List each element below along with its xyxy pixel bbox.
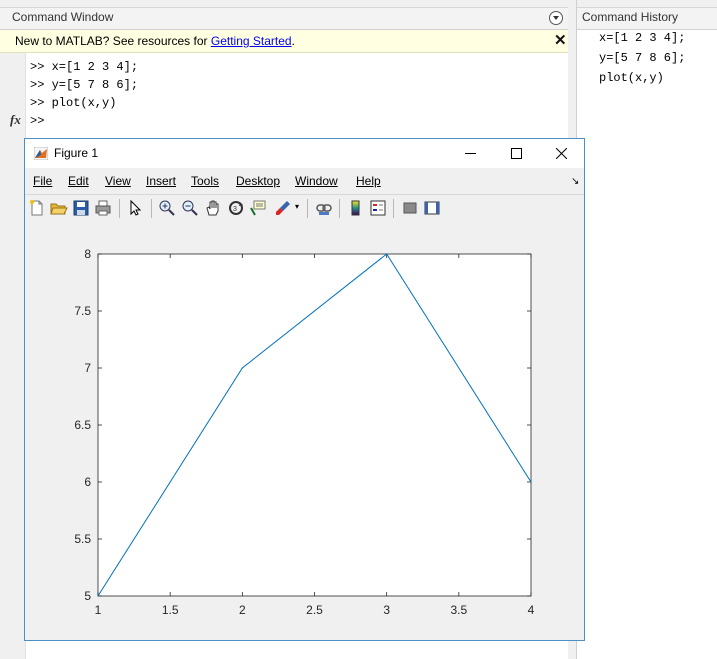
pan-icon[interactable] (204, 199, 222, 217)
menu-tools[interactable]: Tools (191, 174, 219, 188)
maximize-icon (511, 148, 522, 159)
toolbar-separator (307, 199, 308, 218)
y-tick-label: 5 (84, 589, 91, 603)
command-line: >> y=[5 7 8 6]; (30, 78, 139, 92)
history-item[interactable]: y=[5 7 8 6]; (599, 51, 685, 65)
command-history-panel: Command History x=[1 2 3 4]; y=[5 7 8 6]… (576, 0, 717, 659)
menu-label: Insert (146, 174, 177, 188)
banner-close-icon[interactable]: ✕ (554, 31, 567, 49)
x-tick-label: 1 (95, 603, 102, 617)
getting-started-link[interactable]: Getting Started (211, 34, 292, 48)
svg-text:3: 3 (233, 206, 237, 213)
banner-message: New to MATLAB? See resources for Getting… (15, 34, 295, 48)
command-history-titlebar: Command History (577, 8, 717, 30)
x-tick-label: 3.5 (450, 603, 467, 617)
close-icon (556, 148, 567, 159)
menu-label: Tools (191, 174, 220, 188)
history-item[interactable]: plot(x,y) (599, 71, 664, 85)
plot-area: 1 1.5 2 2.5 3 3.5 4 5 5.5 6 6.5 7 7.5 8 (25, 222, 584, 640)
maximize-button[interactable] (494, 139, 539, 168)
minimize-icon (465, 153, 476, 154)
y-tick-label: 5.5 (74, 532, 91, 546)
command-line: >> x=[1 2 3 4]; (30, 60, 139, 74)
data-point (241, 367, 243, 369)
banner-suffix: . (291, 34, 295, 48)
menu-window[interactable]: Window (295, 174, 338, 188)
x-tick-label: 2 (239, 603, 246, 617)
menu-label: Window (295, 174, 338, 188)
menu-label: View (105, 174, 131, 188)
print-icon[interactable] (94, 199, 112, 217)
x-tick-label: 1.5 (162, 603, 179, 617)
y-tick-label: 6 (84, 475, 91, 489)
getting-started-banner: New to MATLAB? See resources for Getting… (0, 30, 568, 53)
figure-menubar: File Edit View Insert Tools Desktop Wind… (25, 168, 584, 194)
toolbar-separator (393, 199, 394, 218)
banner-prefix: New to MATLAB? See resources for (15, 34, 211, 48)
function-browser-icon[interactable]: fx (10, 112, 21, 128)
menu-desktop[interactable]: Desktop (236, 174, 280, 188)
link-plot-icon[interactable] (315, 199, 333, 217)
menu-file[interactable]: File (33, 174, 52, 188)
menu-label: Edit (68, 174, 89, 188)
zoom-out-icon[interactable] (181, 199, 199, 217)
new-figure-icon[interactable] (28, 199, 46, 217)
line-chart[interactable]: 1 1.5 2 2.5 3 3.5 4 5 5.5 6 6.5 7 7.5 8 (25, 222, 584, 640)
dock-figure-icon[interactable]: ↘ (571, 176, 579, 187)
top-strip (0, 0, 568, 8)
x-tick-label: 2.5 (306, 603, 323, 617)
menu-insert[interactable]: Insert (146, 174, 176, 188)
menu-edit[interactable]: Edit (68, 174, 89, 188)
matlab-logo-icon (34, 147, 48, 160)
menu-help[interactable]: Help (356, 174, 381, 188)
brush-dropdown-icon[interactable]: ▾ (295, 202, 299, 211)
y-tick-label: 7 (84, 361, 91, 375)
data-point (530, 481, 532, 483)
menu-label: Help (356, 174, 381, 188)
axes-box (97, 253, 532, 597)
show-plot-tools-icon[interactable] (423, 199, 441, 217)
y-tick-label: 8 (84, 247, 91, 261)
hide-plot-tools-icon[interactable] (401, 199, 419, 217)
zoom-in-icon[interactable] (158, 199, 176, 217)
x-tick-label: 3 (383, 603, 390, 617)
y-tick-label: 7.5 (74, 304, 91, 318)
command-history-title: Command History (582, 10, 679, 24)
data-point (386, 253, 388, 255)
menu-view[interactable]: View (105, 174, 131, 188)
figure-title: Figure 1 (54, 146, 99, 160)
figure-titlebar[interactable]: Figure 1 (25, 139, 584, 168)
legend-icon[interactable] (369, 199, 387, 217)
command-window-titlebar: Command Window (0, 8, 568, 30)
toolbar-separator (119, 199, 120, 218)
menu-label: Desktop (236, 174, 281, 188)
panel-actions-icon[interactable] (549, 11, 563, 25)
y-tick-label: 6.5 (74, 418, 91, 432)
save-icon[interactable] (72, 199, 90, 217)
close-button[interactable] (539, 139, 584, 168)
edit-plot-icon[interactable] (126, 199, 144, 217)
history-item[interactable]: x=[1 2 3 4]; (599, 31, 685, 45)
x-tick-label: 4 (528, 603, 535, 617)
minimize-button[interactable] (448, 139, 493, 168)
menu-label: File (33, 174, 53, 188)
command-window-title: Command Window (12, 10, 114, 24)
colorbar-icon[interactable] (347, 199, 365, 217)
command-gutter (0, 53, 26, 659)
figure-window: Figure 1 File Edit View Insert Tools Des… (24, 138, 585, 641)
brush-icon[interactable] (274, 199, 292, 217)
rotate-3d-icon[interactable]: 3 (227, 199, 245, 217)
command-prompt[interactable]: >> (30, 114, 44, 128)
open-file-icon[interactable] (50, 199, 68, 217)
top-strip (577, 0, 717, 8)
toolbar-separator (339, 199, 340, 218)
data-cursor-icon[interactable] (249, 199, 267, 217)
figure-toolbar: 3 ▾ (25, 194, 584, 223)
data-point (97, 595, 99, 597)
command-line: >> plot(x,y) (30, 96, 117, 110)
toolbar-separator (151, 199, 152, 218)
